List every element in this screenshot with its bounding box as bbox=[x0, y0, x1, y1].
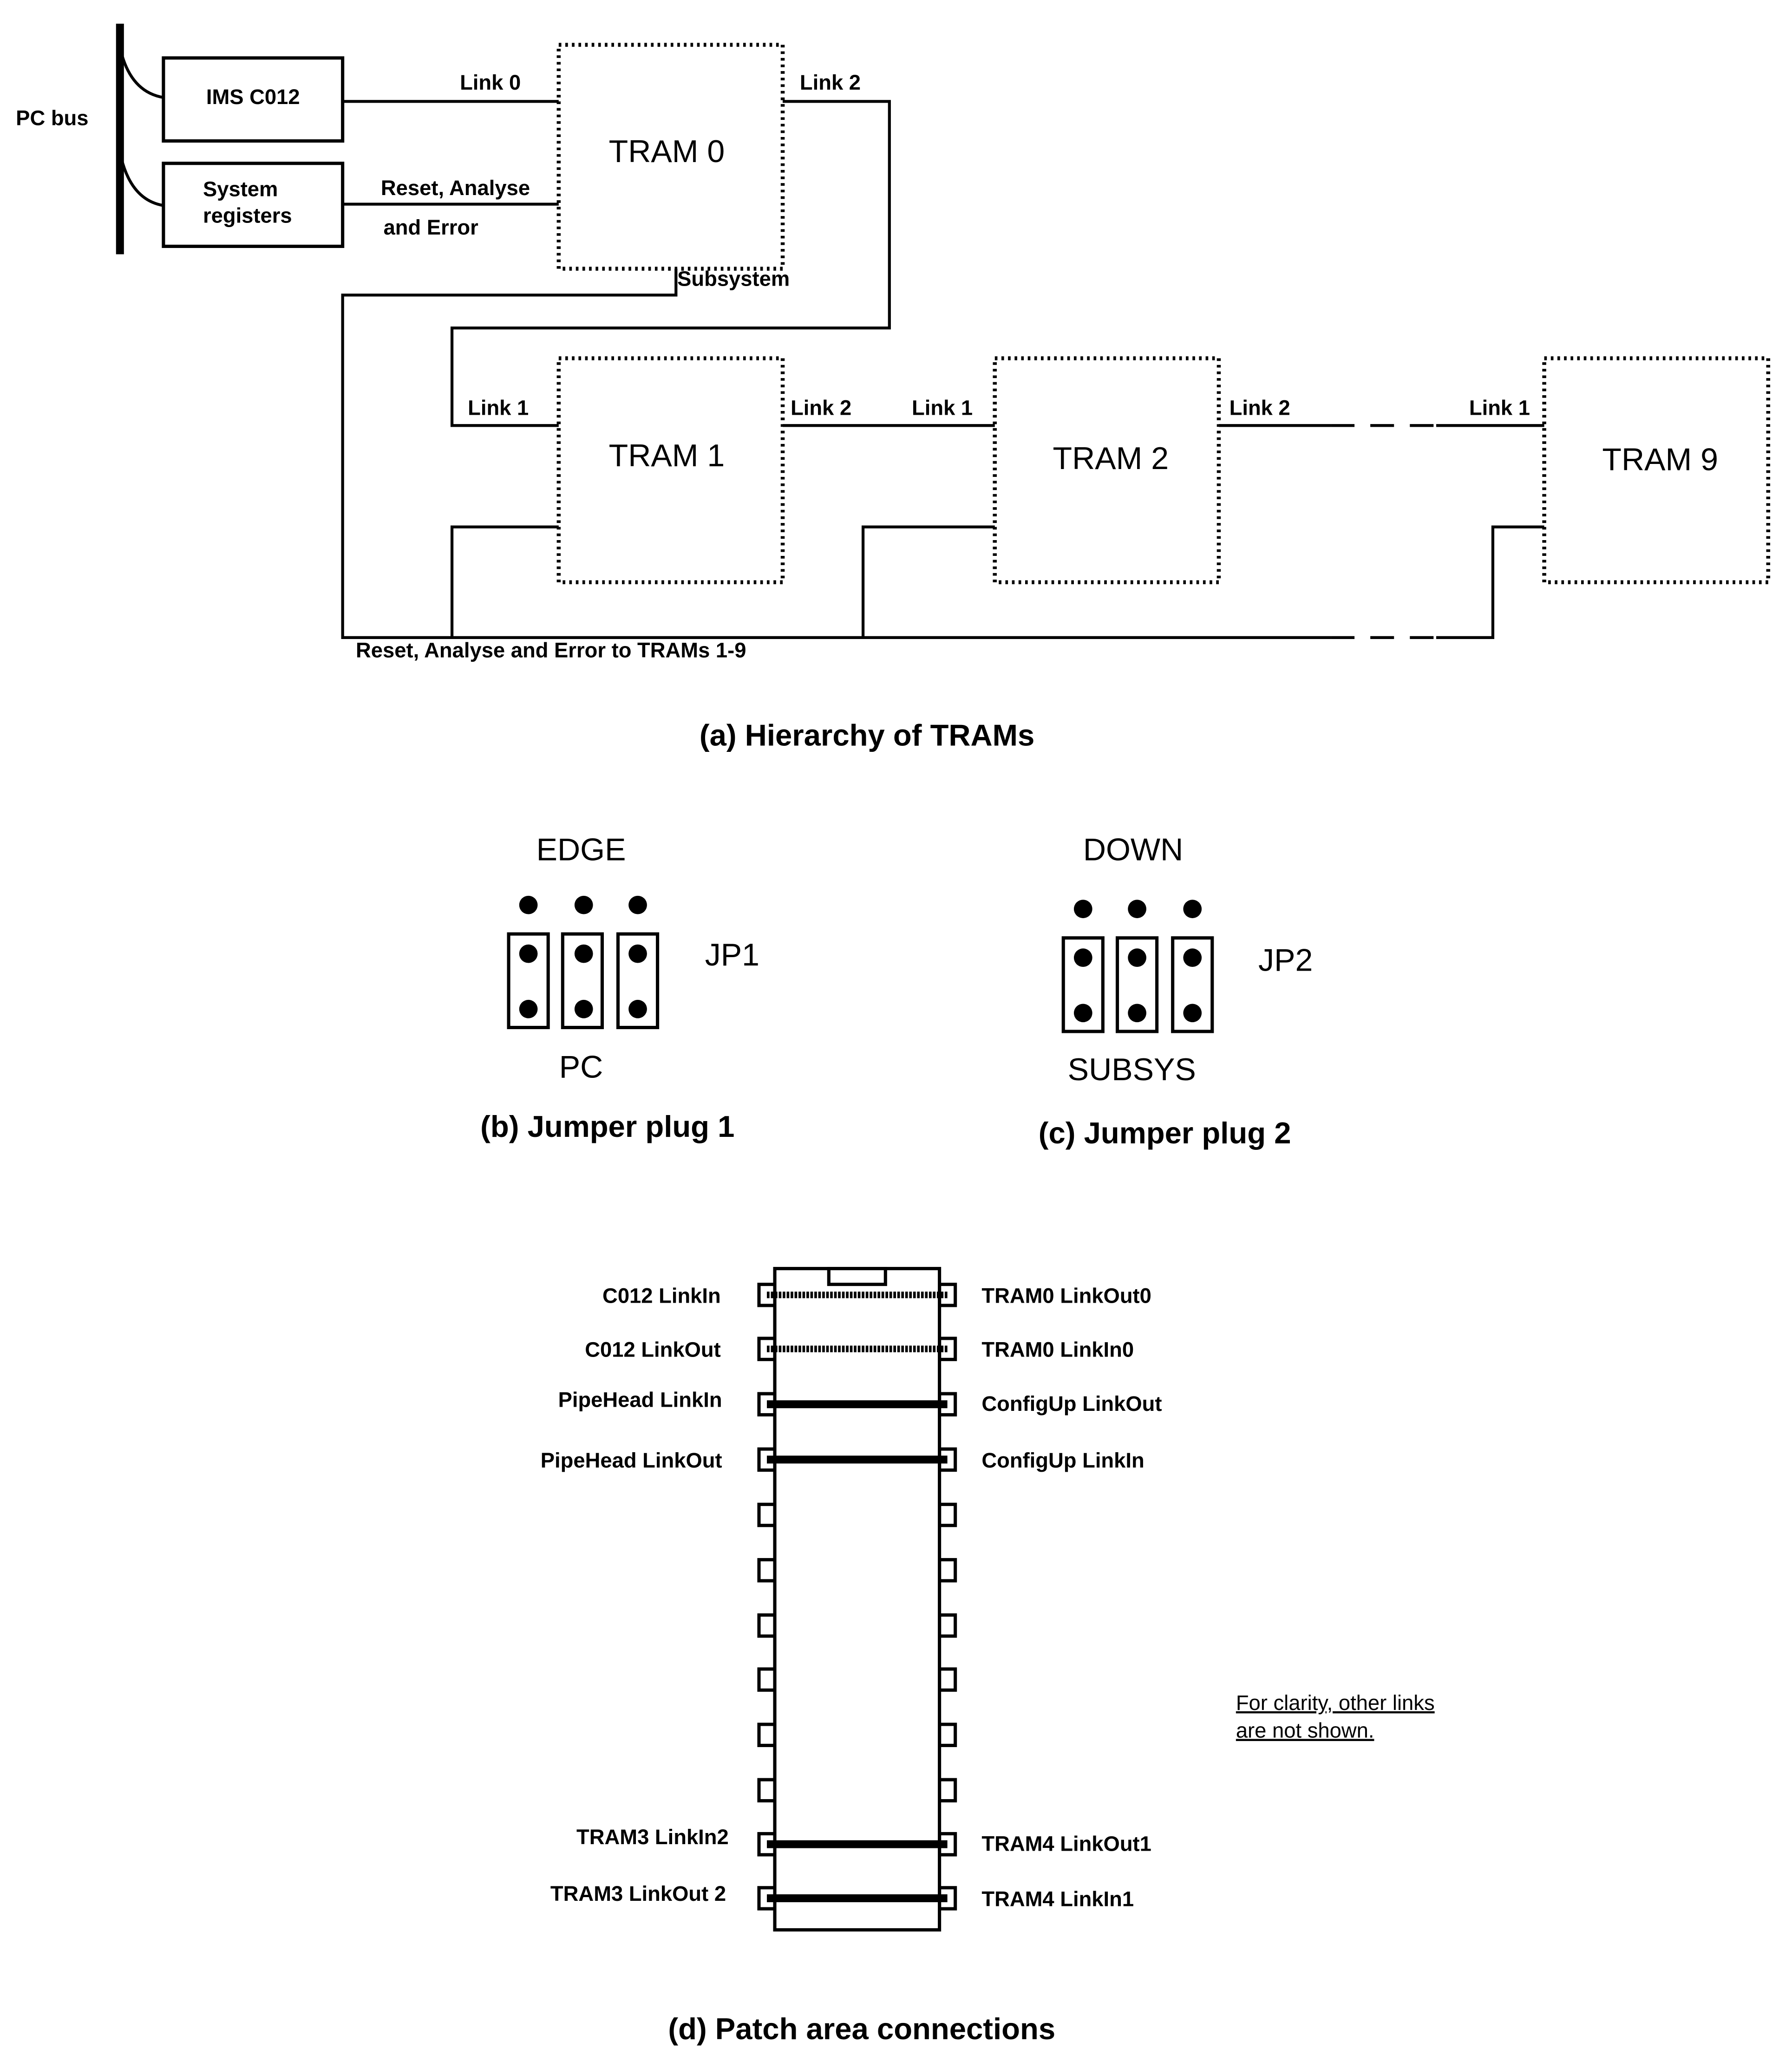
patch-notch bbox=[827, 1267, 887, 1286]
tram1-link2-label: Link 2 bbox=[791, 396, 851, 420]
patch-pin bbox=[757, 1667, 777, 1692]
jp2-pin bbox=[1073, 1004, 1092, 1023]
jp2-pin bbox=[1183, 948, 1202, 967]
patch-pin bbox=[938, 1558, 957, 1583]
patch-pin bbox=[757, 1613, 777, 1638]
tram1-label: TRAM 1 bbox=[609, 438, 725, 473]
caption-b: (b) Jumper plug 1 bbox=[480, 1109, 734, 1143]
patch-right-label: TRAM0 LinkIn0 bbox=[981, 1338, 1134, 1362]
jp1-top-label: EDGE bbox=[536, 832, 626, 867]
system-registers-label-1: System bbox=[203, 177, 278, 201]
subsystem-label: Subsystem bbox=[677, 267, 790, 291]
patch-note-2: are not shown. bbox=[1236, 1718, 1374, 1742]
patch-right-label: TRAM4 LinkIn1 bbox=[981, 1887, 1134, 1911]
jumper-plug-1: EDGE JP1 PC (b) Jumper plug 1 bbox=[480, 832, 759, 1143]
jp1-pin bbox=[628, 999, 647, 1018]
tram0-label: TRAM 0 bbox=[609, 134, 725, 169]
jp2-pin bbox=[1073, 900, 1092, 919]
patch-pin bbox=[938, 1502, 957, 1527]
patch-pin bbox=[938, 1613, 957, 1638]
tram2-label: TRAM 2 bbox=[1053, 441, 1169, 476]
link0-label: Link 0 bbox=[460, 71, 521, 94]
patch-right-label: ConfigUp LinkIn bbox=[981, 1448, 1144, 1472]
jp2-pin bbox=[1128, 1004, 1146, 1023]
jp1-pin bbox=[519, 944, 538, 963]
jp2-top-label: DOWN bbox=[1083, 832, 1184, 867]
hierarchy-diagram: PC bus IMS C012 System registers Link 0 … bbox=[16, 24, 1771, 752]
jp1-pin bbox=[574, 895, 593, 914]
jp1-pin bbox=[574, 944, 593, 963]
reset-bus-label: Reset, Analyse and Error to TRAMs 1-9 bbox=[356, 638, 746, 662]
reset-bus-to-tram9 bbox=[1436, 525, 1544, 639]
patch-left-label: C012 LinkIn bbox=[602, 1284, 721, 1307]
caption-d: (d) Patch area connections bbox=[668, 2012, 1055, 2046]
reset-label-2: and Error bbox=[384, 215, 478, 239]
patch-left-label: PipeHead LinkOut bbox=[541, 1448, 722, 1472]
jp1-pin bbox=[628, 895, 647, 914]
caption-a: (a) Hierarchy of TRAMs bbox=[700, 718, 1034, 752]
patch-left-label: TRAM3 LinkOut 2 bbox=[550, 1882, 726, 1905]
diagram: PC bus IMS C012 System registers Link 0 … bbox=[16, 24, 1771, 2046]
patch-pin bbox=[757, 1558, 777, 1583]
jp1-pin bbox=[628, 944, 647, 963]
patch-body bbox=[773, 1267, 942, 1932]
jp2-pin bbox=[1183, 1004, 1202, 1023]
subsystem-reset-bus bbox=[341, 268, 1331, 639]
jp1-pin bbox=[519, 895, 538, 914]
patch-pin bbox=[938, 1778, 957, 1803]
patch-left-label: PipeHead LinkIn bbox=[558, 1388, 722, 1411]
patch-right-label: ConfigUp LinkOut bbox=[981, 1392, 1162, 1416]
jp1-name: JP1 bbox=[705, 937, 759, 972]
pc-bus-label: PC bus bbox=[16, 106, 88, 130]
patch-right-label: TRAM4 LinkOut1 bbox=[981, 1832, 1151, 1855]
patch-area: C012 LinkIn C012 LinkOut PipeHead LinkIn… bbox=[541, 1267, 1435, 2046]
patch-pin bbox=[757, 1502, 777, 1527]
reset-branch-tram2 bbox=[861, 525, 995, 638]
patch-pin bbox=[757, 1722, 777, 1747]
patch-pin bbox=[938, 1722, 957, 1747]
jp2-pin bbox=[1073, 948, 1092, 967]
patch-left-label: C012 LinkOut bbox=[585, 1338, 720, 1362]
bus-connector-c012 bbox=[120, 52, 164, 99]
jp2-pin bbox=[1128, 900, 1146, 919]
tram0-link2-label: Link 2 bbox=[800, 71, 861, 94]
patch-pin bbox=[938, 1667, 957, 1692]
ims-c012-label: IMS C012 bbox=[206, 85, 300, 109]
patch-left-label: TRAM3 LinkIn2 bbox=[576, 1825, 729, 1849]
patch-note-1: For clarity, other links bbox=[1236, 1691, 1435, 1715]
tram2-link1-label: Link 1 bbox=[912, 396, 973, 420]
reset-branch-tram1 bbox=[450, 525, 559, 638]
tram9-label: TRAM 9 bbox=[1602, 442, 1718, 477]
jp1-pin bbox=[519, 999, 538, 1018]
tram9-link1-label: Link 1 bbox=[1469, 396, 1530, 420]
jp2-pin bbox=[1128, 948, 1146, 967]
bus-connector-sysreg bbox=[120, 157, 164, 207]
jp2-name: JP2 bbox=[1258, 943, 1313, 978]
jp2-pin bbox=[1183, 900, 1202, 919]
tram2-link2-label: Link 2 bbox=[1230, 396, 1290, 420]
caption-c: (c) Jumper plug 2 bbox=[1039, 1116, 1291, 1150]
jumper-plug-2: DOWN JP2 SUBSYS (c) Jumper plug 2 bbox=[1039, 832, 1313, 1150]
jp1-pin bbox=[574, 999, 593, 1018]
jp1-bottom-label: PC bbox=[559, 1049, 603, 1084]
patch-right-label: TRAM0 LinkOut0 bbox=[981, 1284, 1151, 1307]
jp2-bottom-label: SUBSYS bbox=[1068, 1052, 1196, 1087]
system-registers-label-2: registers bbox=[203, 203, 292, 227]
tram1-link1-label: Link 1 bbox=[468, 396, 529, 420]
patch-pin bbox=[757, 1778, 777, 1803]
reset-label-1: Reset, Analyse bbox=[381, 176, 530, 200]
